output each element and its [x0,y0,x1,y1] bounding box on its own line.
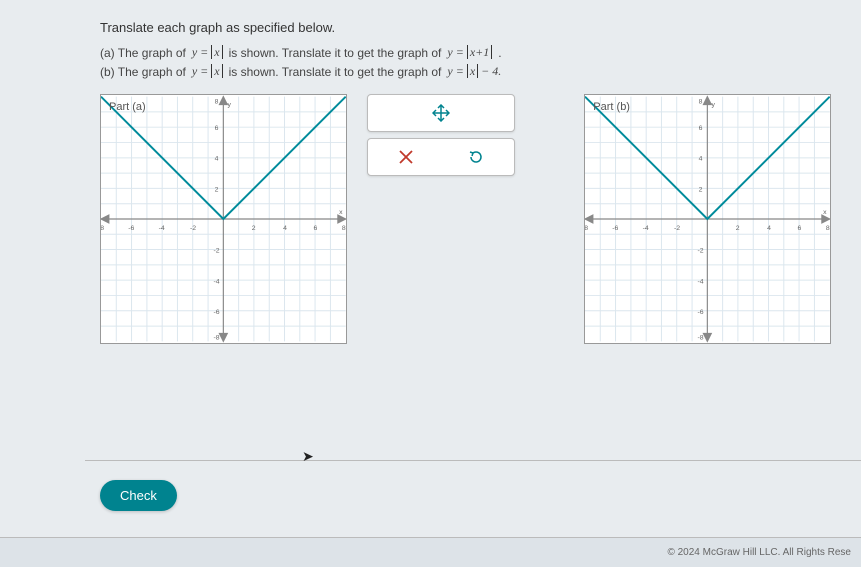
footer-bar: © 2024 McGraw Hill LLC. All Rights Rese [0,537,861,567]
part-b-eq2: y = x − 4. [445,64,503,79]
svg-text:y: y [712,101,716,108]
part-b-prefix: (b) The graph of [100,65,186,79]
part-a-eq2: y = x+1 [445,45,494,60]
svg-text:-2: -2 [698,247,704,254]
graph-part-a[interactable]: Part (a) -8 -6 -4 -2 2 4 6 8 8 6 4 2 [100,94,347,344]
svg-text:6: 6 [798,225,802,232]
svg-text:-8: -8 [213,334,219,341]
svg-text:-8: -8 [698,334,704,341]
main-instruction: Translate each graph as specified below. [100,20,831,35]
copyright-text: © 2024 McGraw Hill LLC. All Rights Rese [667,547,851,558]
svg-text:-6: -6 [213,309,219,316]
part-a-text: (a) The graph of y = x is shown. Transla… [100,45,831,60]
tool-palette [367,94,515,176]
part-a-eq1: y = x [190,45,225,60]
graph-part-b[interactable]: Part (b) -8 -6 -4 -2 2 4 6 8 8 6 4 2 [584,94,831,344]
svg-text:4: 4 [699,155,703,162]
svg-text:2: 2 [215,187,219,194]
svg-text:y: y [228,101,232,108]
part-b-text: (b) The graph of y = x is shown. Transla… [100,64,831,79]
svg-text:-4: -4 [698,279,704,286]
svg-text:6: 6 [215,125,219,132]
svg-text:-2: -2 [190,225,196,232]
svg-text:-6: -6 [613,225,619,232]
svg-text:4: 4 [215,155,219,162]
svg-text:-4: -4 [213,279,219,286]
svg-text:2: 2 [252,225,256,232]
svg-text:-4: -4 [643,225,649,232]
svg-text:6: 6 [699,125,703,132]
svg-text:x: x [823,209,827,216]
svg-text:4: 4 [767,225,771,232]
reset-icon[interactable] [461,142,491,172]
svg-text:-2: -2 [674,225,680,232]
svg-text:-6: -6 [698,309,704,316]
svg-text:6: 6 [313,225,317,232]
part-a-prefix: (a) The graph of [100,46,186,60]
graph-b-svg: -8 -6 -4 -2 2 4 6 8 8 6 4 2 -2 -4 -6 -8 y x [585,95,830,343]
part-a-mid: is shown. Translate it to get the graph … [229,46,442,60]
tool-row-actions [367,138,515,176]
svg-text:-6: -6 [128,225,134,232]
svg-text:2: 2 [736,225,740,232]
close-icon[interactable] [391,142,421,172]
svg-text:-2: -2 [213,247,219,254]
move-icon[interactable] [426,98,456,128]
graph-b-label: Part (b) [593,101,630,113]
svg-text:8: 8 [826,225,830,232]
graph-a-svg: -8 -6 -4 -2 2 4 6 8 8 6 4 2 -2 -4 -6 -8 y x [101,95,346,343]
cursor-icon: ➤ [302,448,314,465]
svg-text:-8: -8 [585,225,588,232]
svg-text:8: 8 [342,225,346,232]
check-button[interactable]: Check [100,480,177,511]
svg-text:8: 8 [215,99,219,106]
svg-text:-8: -8 [101,225,104,232]
part-b-mid: is shown. Translate it to get the graph … [229,65,442,79]
svg-text:8: 8 [699,99,703,106]
svg-text:4: 4 [283,225,287,232]
part-a-end: . [498,46,501,60]
svg-text:x: x [339,209,343,216]
tool-row-move [367,94,515,132]
part-b-eq1: y = x [190,64,225,79]
graph-a-label: Part (a) [109,101,146,113]
svg-text:-4: -4 [159,225,165,232]
svg-text:2: 2 [699,187,703,194]
content-divider [85,460,861,461]
